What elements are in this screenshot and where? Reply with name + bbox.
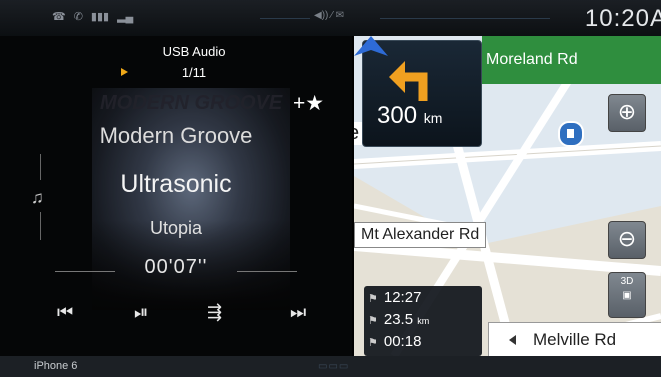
device-bar: iPhone 6 ▭▭▭ <box>0 356 661 377</box>
remaining-time-row: ⚑ 00:18 <box>368 333 421 350</box>
remaining-distance-unit: km <box>417 316 430 326</box>
time-flag-icon: ⚑ <box>368 337 378 349</box>
elapsed-time: 00'07'' <box>144 256 208 278</box>
maneuver-panel[interactable]: 300 km <box>362 40 482 147</box>
music-note-icon[interactable]: ♫ <box>31 188 44 208</box>
arrival-time-row: ⚑ 12:27 <box>368 289 421 306</box>
divider <box>380 18 550 19</box>
device-name: iPhone 6 <box>34 360 78 372</box>
song-title: Modern Groove <box>99 123 253 148</box>
volume-icon: ◀)) ⁄ ✉ <box>314 10 344 21</box>
signal-icon: ▂▄ <box>117 11 134 23</box>
status-bar: ☎ ✆ ▮▮▮ ▂▄ ◀)) ⁄ ✉ 10:20A <box>0 0 661 36</box>
direction-left-icon <box>509 335 516 345</box>
play-pause-icon[interactable]: ⏯ <box>134 302 148 323</box>
street-name-label: Mt Alexander Rd <box>354 222 487 248</box>
divider <box>260 18 310 19</box>
album-art-text: MODERN GROOVE <box>100 92 283 114</box>
progress-line-right <box>237 271 297 272</box>
track-number: 1/11 <box>181 65 207 80</box>
distance-unit: km <box>423 110 443 126</box>
next-street-label: Moreland Rd <box>486 51 578 68</box>
navigation-map[interactable]: Moreland Rd e 300 km ⊕ Mt Alexander Rd ⊖… <box>354 36 661 356</box>
previous-icon[interactable]: ⏮ <box>57 302 73 323</box>
clock: 10:20A <box>584 5 661 32</box>
current-street: Melville Rd <box>533 330 617 349</box>
status-icons: ☎ ✆ ▮▮▮ ▂▄ <box>52 10 133 23</box>
remaining-time: 00:18 <box>383 333 422 350</box>
distance-value: 300 <box>377 102 418 129</box>
distance-flag-icon: ⚑ <box>368 315 378 327</box>
page-indicator: ▭▭▭ <box>318 361 350 372</box>
view-3d-label: 3D <box>620 276 634 287</box>
distance-to-turn: 300 km <box>377 102 442 130</box>
divider <box>40 212 41 240</box>
phone-icon: ☎ <box>52 11 66 23</box>
remaining-distance-row: ⚑ 23.5 km <box>368 311 429 328</box>
view-mode-3d-button[interactable]: 3D ▣ <box>608 272 646 318</box>
add-favorite-button[interactable]: +★ <box>293 91 324 116</box>
zoom-out-button[interactable]: ⊖ <box>608 221 646 259</box>
current-street-bar: Melville Rd <box>488 322 661 356</box>
artist-name: Ultrasonic <box>120 170 232 198</box>
gas-station-icon[interactable] <box>558 121 584 147</box>
remaining-distance: 23.5 <box>383 311 414 328</box>
zoom-in-button[interactable]: ⊕ <box>608 94 646 132</box>
turn-left-arrow-icon <box>389 61 428 101</box>
arrival-time: 12:27 <box>383 289 422 306</box>
battery-icon: ▮▮▮ <box>90 11 110 23</box>
media-panel[interactable]: MODERN GROOVE USB Audio 1/11 +★ Modern G… <box>0 36 352 356</box>
head-unit-screen: ☎ ✆ ▮▮▮ ▂▄ ◀)) ⁄ ✉ 10:20A MODERN GROOVE … <box>0 0 661 377</box>
source-label: USB Audio <box>162 44 226 59</box>
voicemail-icon: ✆ <box>73 11 83 23</box>
divider <box>40 154 41 180</box>
album-name: Utopia <box>149 218 203 238</box>
next-icon[interactable]: ⏭ <box>290 302 306 323</box>
trip-info-panel[interactable]: ⚑ 12:27 ⚑ 23.5 km ⚑ 00:18 <box>364 286 482 356</box>
shuffle-icon[interactable]: ⇶ <box>207 302 222 323</box>
finish-flag-icon: ⚑ <box>368 293 378 305</box>
next-street-banner: Moreland Rd <box>482 36 661 84</box>
view-2d-icon: ▣ <box>622 290 632 301</box>
car-position-icon <box>354 36 388 56</box>
